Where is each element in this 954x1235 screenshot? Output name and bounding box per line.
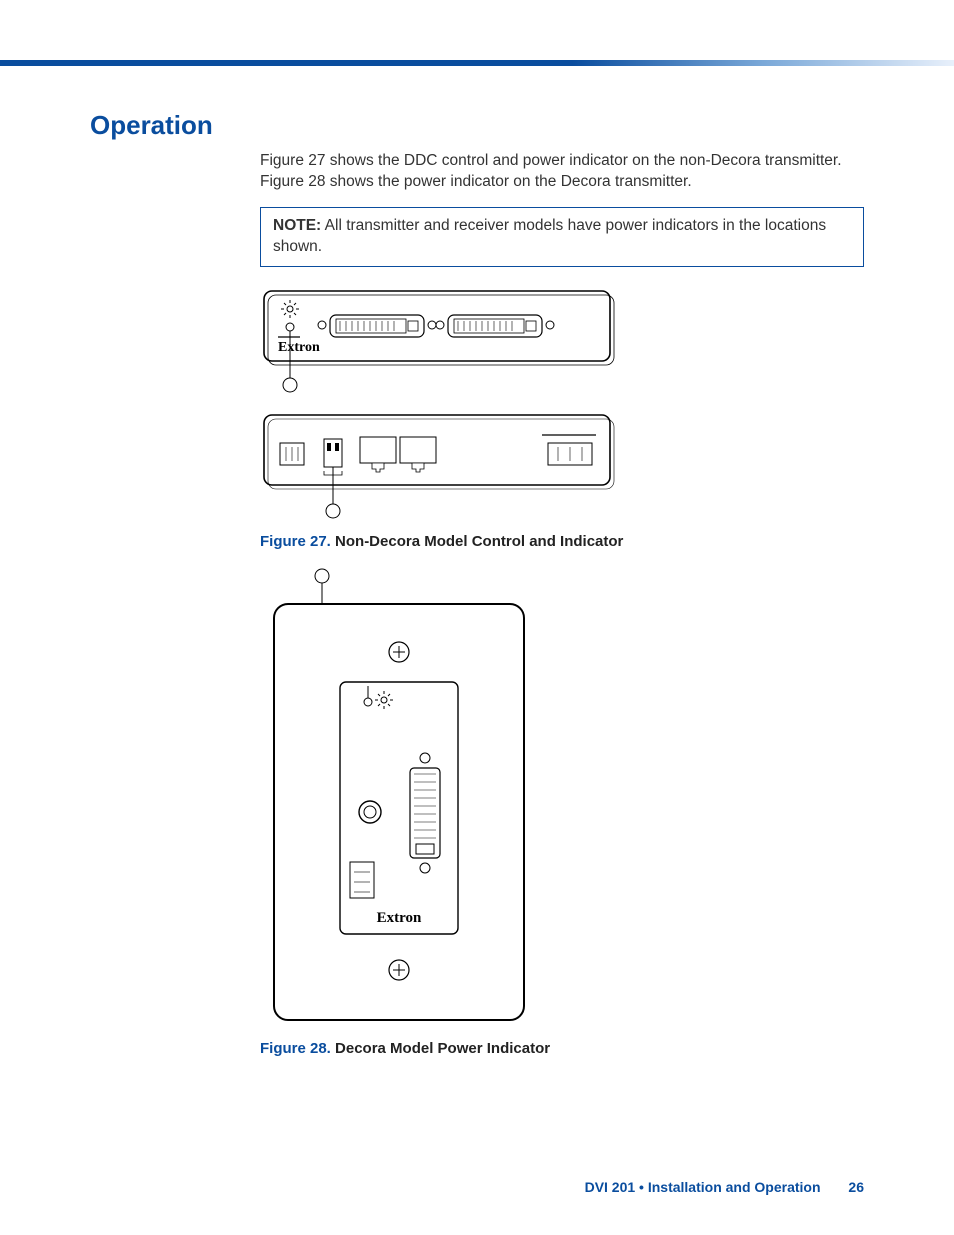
brand-decora: Extron	[377, 910, 422, 926]
figure-27-caption: Figure 27. Non-Decora Model Control and …	[260, 533, 864, 550]
figure-28-title: Decora Model Power Indicator	[335, 1040, 550, 1057]
figure-28-label: Figure 28.	[260, 1040, 331, 1057]
brand-top: Extron	[278, 340, 320, 355]
intro-paragraph: Figure 27 shows the DDC control and powe…	[260, 151, 864, 193]
note-text: All transmitter and receiver models have…	[273, 217, 826, 255]
figure-27-label: Figure 27.	[260, 533, 331, 550]
figure-27-diagram: Extron	[260, 285, 620, 525]
footer-text: DVI 201 • Installation and Operation	[585, 1179, 821, 1195]
page-number: 26	[848, 1179, 864, 1195]
note-box: NOTE: All transmitter and receiver model…	[260, 207, 864, 267]
page-footer: DVI 201 • Installation and Operation 26	[585, 1179, 864, 1195]
figure-27-title: Non-Decora Model Control and Indicator	[335, 533, 623, 550]
figure-28-caption: Figure 28. Decora Model Power Indicator	[260, 1040, 864, 1057]
figure-28-diagram: Extron	[260, 562, 560, 1032]
header-rule	[0, 60, 954, 66]
section-heading: Operation	[90, 110, 864, 141]
note-label: NOTE:	[273, 217, 321, 234]
